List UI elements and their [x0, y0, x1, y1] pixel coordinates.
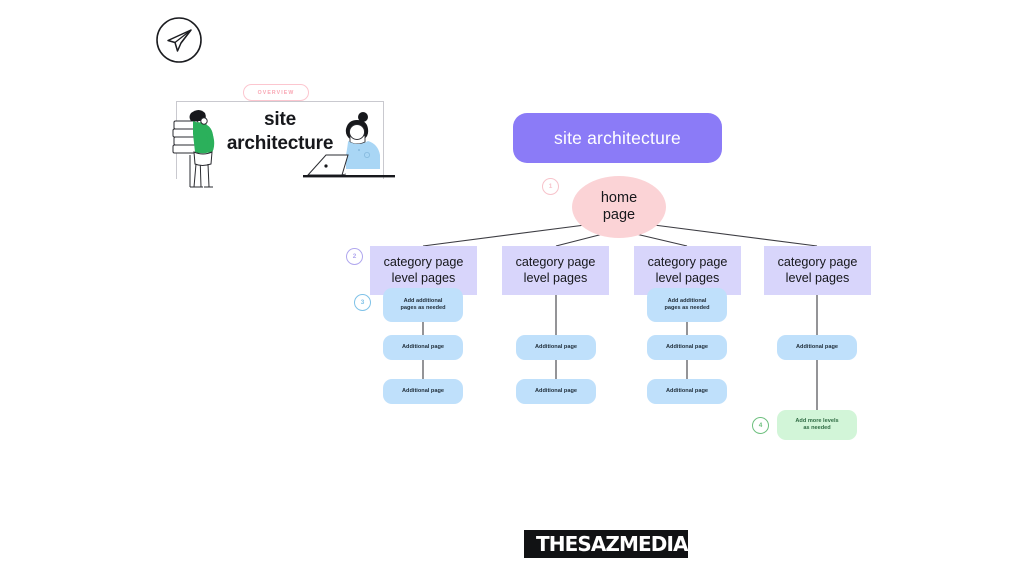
node-col2-additional-page-2-label: Additional page: [535, 387, 577, 394]
node-home-page[interactable]: home page: [572, 176, 666, 238]
footer-logo-text: THESAZMEDIA: [536, 532, 689, 556]
node-category-2[interactable]: category page level pages: [502, 246, 609, 295]
node-col2-additional-page-1-label: Additional page: [535, 343, 577, 350]
node-col3-add-pages-line2: pages as needed: [664, 305, 710, 311]
node-col4-add-more-levels-line1: Add more levels: [795, 417, 839, 424]
node-category-1-line1: category page: [383, 255, 464, 269]
node-col1-additional-page-2-label: Additional page: [402, 387, 444, 394]
node-category-2-line1: category page: [515, 255, 596, 269]
node-home-page-line1: home: [600, 190, 638, 206]
node-category-4[interactable]: category page level pages: [764, 246, 871, 295]
step-marker-3-label: 3: [360, 299, 365, 306]
node-col3-additional-page-1-label: Additional page: [666, 343, 708, 350]
node-category-2-line2: level pages: [523, 270, 588, 285]
page-title-label: site architecture: [554, 127, 681, 148]
step-marker-1-label: 1: [548, 183, 553, 190]
step-marker-3: 3: [354, 294, 371, 311]
node-col2-additional-page-1[interactable]: Additional page: [516, 335, 596, 360]
node-col3-add-pages[interactable]: Add additional pages as needed: [647, 288, 727, 322]
board-title-line1: site: [264, 109, 296, 130]
slide-canvas: OVERVIEW site architecture site architec…: [0, 0, 1024, 576]
node-col3-additional-page-2[interactable]: Additional page: [647, 379, 727, 404]
node-category-3-line1: category page: [647, 255, 728, 269]
node-col4-add-more-levels[interactable]: Add more levels as needed: [777, 410, 857, 440]
node-col1-add-pages-line2: pages as needed: [400, 305, 446, 311]
node-col4-additional-page-1-label: Additional page: [796, 343, 838, 350]
step-marker-4: 4: [752, 417, 769, 434]
node-category-4-line2: level pages: [785, 270, 850, 285]
footer-logo: THESAZMEDIA: [524, 530, 689, 558]
node-col1-additional-page-1-label: Additional page: [402, 343, 444, 350]
node-col4-additional-page-1[interactable]: Additional page: [777, 335, 857, 360]
node-col3-additional-page-1[interactable]: Additional page: [647, 335, 727, 360]
node-category-3-line2: level pages: [655, 270, 720, 285]
node-col2-additional-page-2[interactable]: Additional page: [516, 379, 596, 404]
paper-plane-icon: [155, 16, 203, 64]
board-title-line2: architecture: [226, 133, 334, 154]
node-category-1-line2: level pages: [391, 270, 456, 285]
node-home-page-line2: page: [602, 207, 636, 223]
page-title: site architecture: [513, 113, 722, 163]
node-col1-add-pages-line1: Add additional: [403, 297, 443, 304]
node-category-4-line1: category page: [777, 255, 858, 269]
node-col4-add-more-levels-line2: as needed: [803, 425, 831, 431]
node-col1-additional-page-1[interactable]: Additional page: [383, 335, 463, 360]
node-col3-add-pages-line1: Add additional: [667, 297, 707, 304]
node-col1-additional-page-2[interactable]: Additional page: [383, 379, 463, 404]
step-marker-1: 1: [542, 178, 559, 195]
step-marker-2: 2: [346, 248, 363, 265]
board-title: site architecture: [176, 108, 384, 156]
step-marker-2-label: 2: [352, 253, 357, 260]
node-col3-additional-page-2-label: Additional page: [666, 387, 708, 394]
node-col1-add-pages[interactable]: Add additional pages as needed: [383, 288, 463, 322]
step-marker-4-label: 4: [758, 422, 763, 429]
